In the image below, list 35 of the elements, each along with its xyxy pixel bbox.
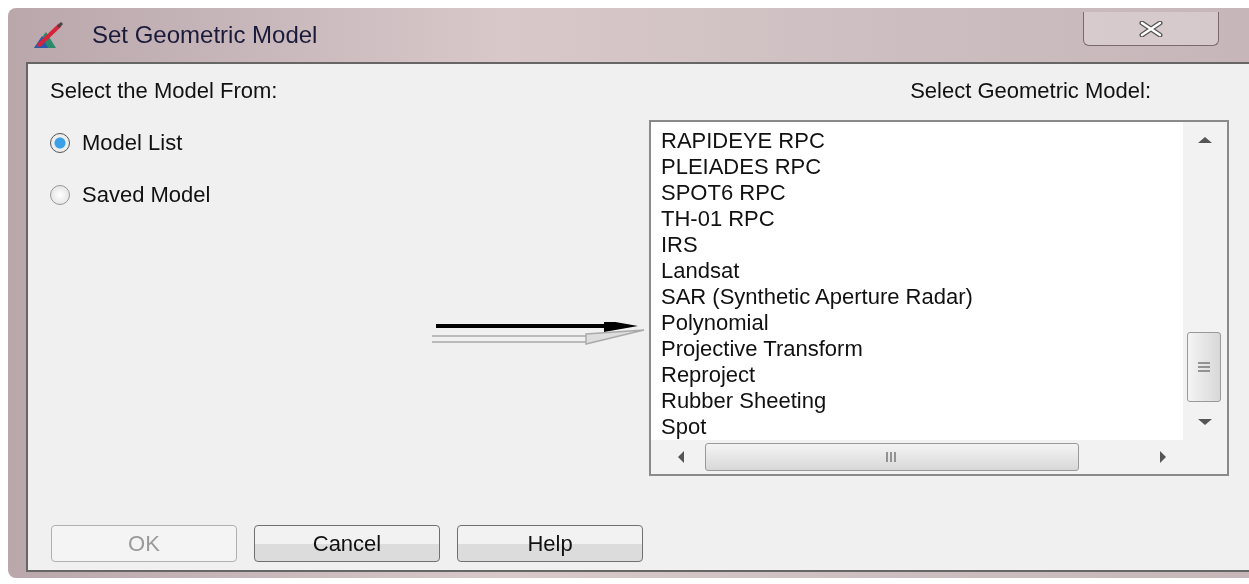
scroll-right-icon — [1159, 450, 1167, 464]
radio-label[interactable]: Model List — [82, 130, 183, 156]
radio-label[interactable]: Saved Model — [82, 182, 211, 208]
radio-button[interactable] — [50, 133, 70, 153]
pencil-icon — [34, 22, 64, 48]
scroll-thumb[interactable] — [705, 443, 1079, 471]
dialog-button[interactable]: Cancel — [254, 525, 440, 562]
model-list[interactable]: RAPIDEYE RPC PLEIADES RPC SPOT6 RPC TH-01 RPC IRS Landsat SAR (Synthetic Aperture Radar) Polynomial Projective Transform Reproject Rubber Sheeting Spot — [649, 120, 1229, 476]
window-title: Set Geometric Model — [92, 21, 318, 49]
list-item[interactable]: PLEIADES RPC — [661, 154, 1183, 180]
scroll-down-icon — [1197, 418, 1213, 426]
model-source-label: Select the Model From: — [50, 78, 279, 104]
grip-icon — [886, 452, 898, 462]
grip-icon — [1198, 362, 1210, 372]
list-item[interactable]: IRS — [661, 232, 1183, 258]
scroll-up-icon — [1197, 136, 1213, 144]
list-item[interactable]: TH-01 RPC — [661, 206, 1183, 232]
vertical-scrollbar[interactable] — [1183, 122, 1227, 440]
scroll-left-icon — [677, 450, 685, 464]
list-item[interactable]: SAR (Synthetic Aperture Radar) — [661, 284, 1183, 310]
horizontal-scrollbar[interactable] — [651, 440, 1227, 474]
list-item[interactable]: Polynomial — [661, 310, 1183, 336]
geometric-model-label: Select Geometric Model: — [909, 78, 1152, 104]
list-item[interactable]: SPOT6 RPC — [661, 180, 1183, 206]
list-item[interactable]: Spot — [661, 414, 1183, 440]
dialog-button[interactable]: Help — [457, 525, 643, 562]
list-item[interactable]: Reproject — [661, 362, 1183, 388]
radio-button[interactable] — [50, 185, 70, 205]
scroll-thumb[interactable] — [1187, 332, 1221, 402]
list-item[interactable]: Rubber Sheeting — [661, 388, 1183, 414]
close-button[interactable] — [1083, 12, 1219, 46]
close-icon — [1139, 20, 1163, 37]
list-item[interactable]: Projective Transform — [661, 336, 1183, 362]
list-item[interactable]: RAPIDEYE RPC — [661, 128, 1183, 154]
list-item[interactable]: Landsat — [661, 258, 1183, 284]
